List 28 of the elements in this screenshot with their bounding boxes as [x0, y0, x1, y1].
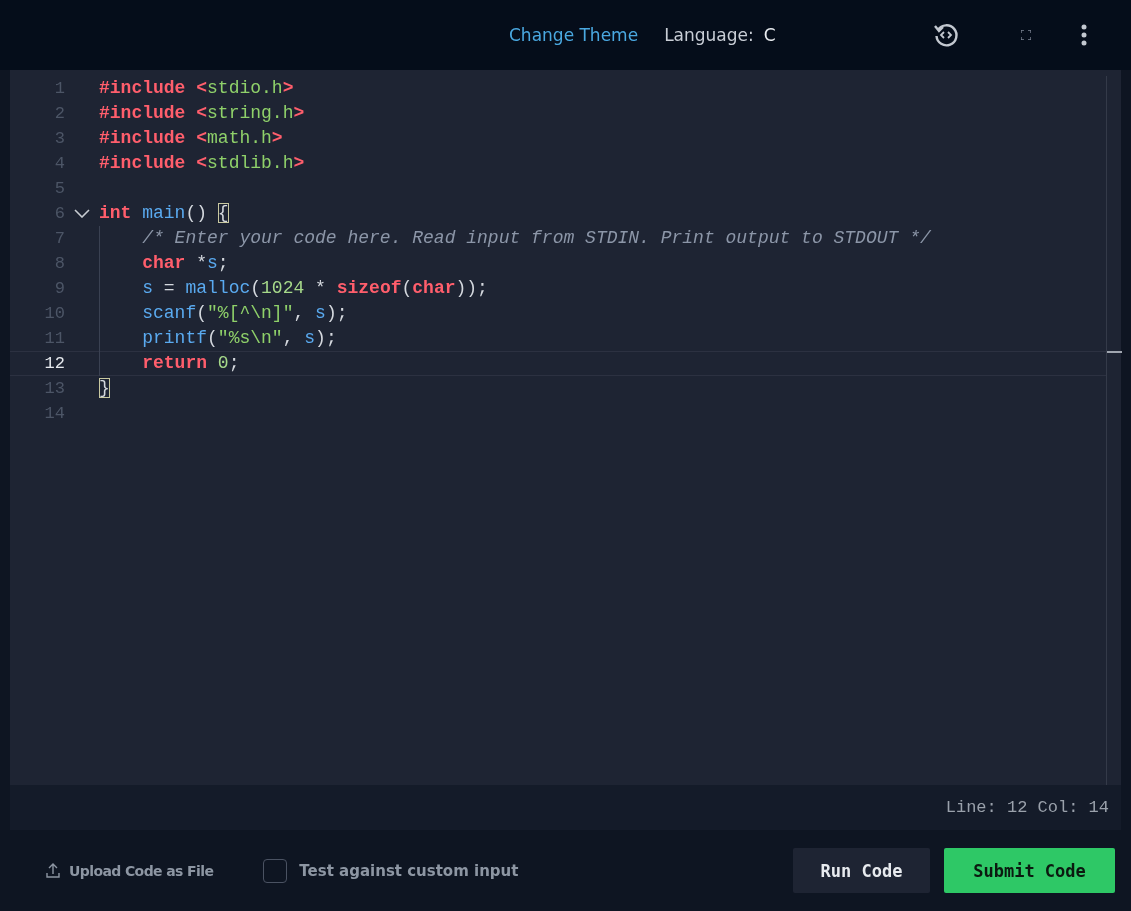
fullscreen-icon[interactable] [1021, 30, 1031, 40]
code-line: return 0; [99, 351, 240, 376]
code-line: #include <stdlib.h> [99, 152, 305, 175]
upload-code-button[interactable]: Upload Code as File [46, 862, 214, 879]
code-line: #include <stdio.h> [99, 77, 294, 100]
fold-chevron-icon[interactable] [74, 209, 90, 218]
language-label: Language: [664, 25, 754, 45]
code-line: scanf("%[^\n]", s); [99, 301, 348, 326]
code-line: #include <math.h> [99, 127, 283, 150]
change-theme-link[interactable]: Change Theme [509, 25, 639, 45]
custom-input-checkbox[interactable] [263, 858, 288, 883]
more-options-icon[interactable] [1081, 24, 1087, 46]
code-line: } [99, 377, 110, 400]
upload-icon [46, 863, 60, 878]
language-value[interactable]: C [763, 25, 776, 45]
line-number: 12 [43, 354, 65, 373]
code-line: #include <string.h> [99, 102, 305, 125]
code-line: int main() { [99, 202, 229, 225]
cursor-position: Line: 12 Col: 14 [10, 785, 1121, 830]
code-line: s = malloc(1024 * sizeof(char)); [99, 276, 488, 301]
run-code-button[interactable]: Run Code [793, 848, 930, 893]
scrollbar-track[interactable] [1106, 76, 1121, 785]
submit-code-button[interactable]: Submit Code [944, 848, 1115, 893]
reset-code-icon[interactable] [933, 22, 959, 48]
custom-input-label: Test against custom input [299, 861, 519, 880]
code-line: /* Enter your code here. Read input from STDIN. Print output to STDOUT */ [99, 226, 931, 251]
code-line: char *s; [99, 251, 229, 276]
code-line: printf("%s\n", s); [99, 326, 337, 351]
